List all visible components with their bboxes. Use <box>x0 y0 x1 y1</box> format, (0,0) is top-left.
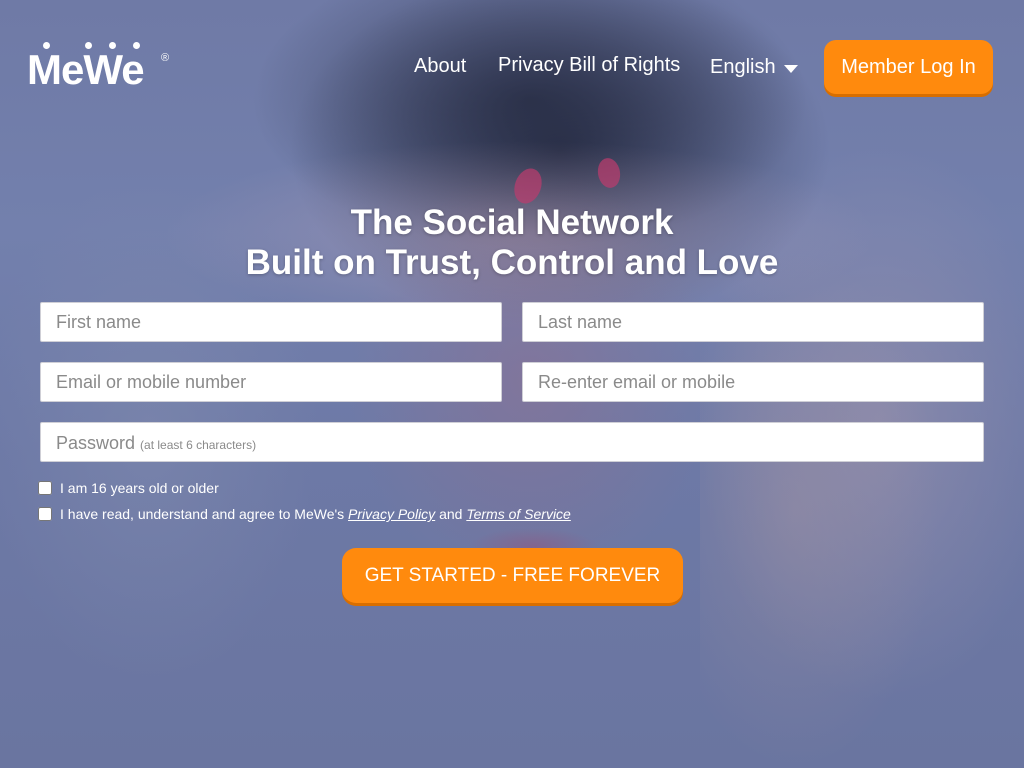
terms-checkbox[interactable] <box>38 507 52 521</box>
terms-of-service-link[interactable]: Terms of Service <box>466 506 571 522</box>
terms-prefix: I have read, understand and agree to MeW… <box>60 506 345 522</box>
terms-and: and <box>439 506 463 522</box>
age-checkbox[interactable] <box>38 481 52 495</box>
logo-text: MeWe <box>27 46 145 93</box>
first-name-input[interactable] <box>40 302 502 342</box>
hero-headline: The Social Network Built on Trust, Contr… <box>0 203 1024 283</box>
nav-privacy-bill-link[interactable]: Privacy Bill of Rights <box>498 54 680 77</box>
last-name-input[interactable] <box>522 302 984 342</box>
password-input[interactable]: Password (at least 6 characters) <box>40 422 984 462</box>
email-confirm-input[interactable] <box>522 362 984 402</box>
age-confirmation-row[interactable]: I am 16 years old or older <box>38 480 219 496</box>
member-login-button[interactable]: Member Log In <box>824 40 993 94</box>
password-placeholder-label: Password <box>56 433 136 453</box>
registered-mark: ® <box>161 52 169 64</box>
chevron-down-icon <box>783 64 798 73</box>
password-hint: (at least 6 characters) <box>140 438 257 452</box>
hero-title-line2: Built on Trust, Control and Love <box>245 243 779 282</box>
get-started-button[interactable]: GET STARTED - FREE FOREVER <box>342 548 683 603</box>
background-nail <box>595 156 623 190</box>
hero-title-line1: The Social Network <box>350 203 674 242</box>
language-label: English <box>710 56 776 78</box>
mewe-logo[interactable]: MeWe ® <box>27 42 169 96</box>
terms-agreement-row: I have read, understand and agree to MeW… <box>38 506 571 522</box>
email-input[interactable] <box>40 362 502 402</box>
password-placeholder: Password (at least 6 characters) <box>56 433 256 454</box>
background-nail <box>509 164 547 208</box>
nav-about-link[interactable]: About <box>414 55 466 78</box>
privacy-policy-link[interactable]: Privacy Policy <box>348 506 435 522</box>
language-select[interactable]: English <box>710 56 798 79</box>
age-checkbox-label: I am 16 years old or older <box>60 480 219 496</box>
